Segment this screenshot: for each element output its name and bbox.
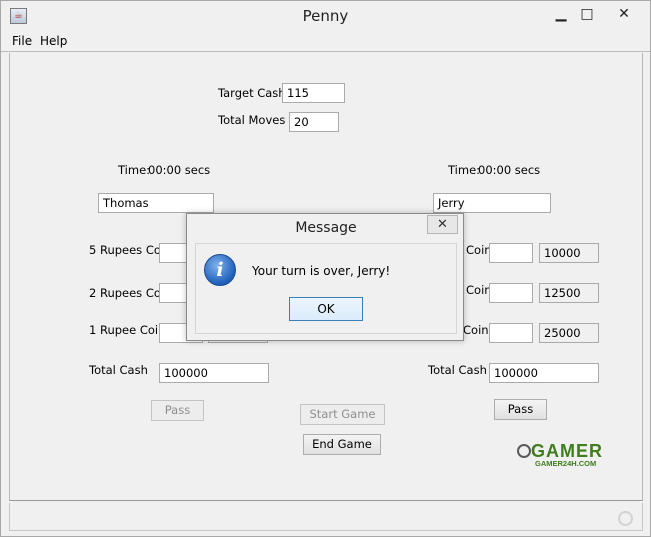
target-cash-label: Target Cash	[218, 86, 286, 100]
player1-coin1-label: 1 Rupee Coin	[89, 323, 166, 337]
player2-coin5-input[interactable]	[489, 243, 533, 263]
player1-total-cash-field: 100000	[159, 363, 269, 383]
player1-coin2-input[interactable]	[159, 283, 189, 303]
player2-coin1-label: Coin	[463, 323, 489, 337]
target-cash-input[interactable]: 115	[282, 83, 345, 103]
info-icon: i	[204, 254, 236, 286]
player2-coin2-input[interactable]	[489, 283, 533, 303]
dialog-title: Message	[295, 220, 357, 236]
app-window: ☕ Penny ▁ □ ✕ File Help Target Cash 115 …	[0, 0, 651, 537]
crosshair-icon	[517, 444, 531, 458]
player2-coin2-total: 12500	[539, 283, 599, 303]
dialog-ok-button[interactable]: OK	[289, 297, 363, 321]
player1-coin5-input[interactable]	[159, 243, 189, 263]
title-bar[interactable]: ☕ Penny ▁ □ ✕	[1, 1, 650, 31]
message-dialog: Message ✕ i Your turn is over, Jerry! OK	[186, 213, 464, 341]
player1-name-input[interactable]: Thomas	[98, 193, 214, 213]
logo-sub-text: GAMER24H.COM	[535, 459, 597, 468]
start-game-button[interactable]: Start Game	[300, 404, 385, 425]
player2-coin1-total: 25000	[539, 323, 599, 343]
player2-pass-button[interactable]: Pass	[494, 399, 547, 420]
busy-indicator-icon	[618, 511, 633, 526]
player2-coin1-input[interactable]	[489, 323, 533, 343]
player2-name-input[interactable]: Jerry	[433, 193, 551, 213]
status-bar	[9, 503, 643, 531]
player2-coin5-total: 10000	[539, 243, 599, 263]
menu-help[interactable]: Help	[40, 34, 67, 48]
close-button[interactable]: ✕	[607, 3, 641, 25]
player2-coin5-label: Coin	[466, 243, 492, 257]
gamer24h-logo: GAMER GAMER24H.COM	[517, 441, 619, 471]
player2-coin2-label: Coin	[466, 283, 492, 297]
dialog-close-button[interactable]: ✕	[427, 215, 458, 234]
player2-time-label: Time:	[448, 163, 481, 177]
maximize-button[interactable]: □	[576, 3, 598, 25]
end-game-button[interactable]: End Game	[303, 434, 381, 455]
player2-time-value: 00:00 secs	[478, 163, 541, 177]
player1-total-cash-label: Total Cash	[89, 363, 148, 377]
minimize-button[interactable]: ▁	[547, 3, 575, 25]
player2-total-cash-field: 100000	[489, 363, 599, 383]
player1-time-label: Time:	[118, 163, 151, 177]
menu-bar: File Help	[1, 32, 650, 52]
menu-file[interactable]: File	[12, 34, 32, 48]
dialog-message: Your turn is over, Jerry!	[252, 264, 391, 278]
player1-pass-button[interactable]: Pass	[151, 400, 204, 421]
total-moves-input[interactable]: 20	[289, 112, 339, 132]
player2-total-cash-label: Total Cash	[428, 363, 487, 377]
total-moves-label: Total Moves	[218, 113, 286, 127]
player1-time-value: 00:00 secs	[148, 163, 211, 177]
